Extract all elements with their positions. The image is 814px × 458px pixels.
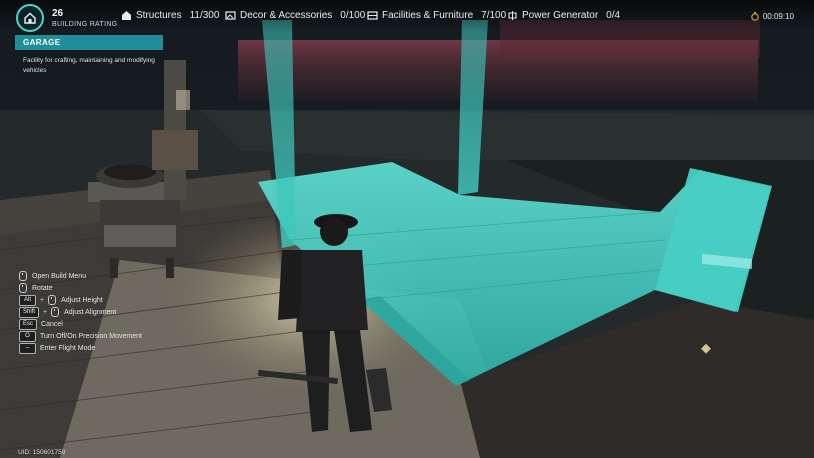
control-hints: Open Build Menu Rotate Alt + Adjust Heig… [19,270,142,354]
session-timer-value: 00:09:10 [762,12,794,21]
stat-decor: Decor & Accessories 0/100 [224,9,365,21]
hint-label: Enter Flight Mode [40,344,96,352]
stat-decor-value: 0/100 [340,9,366,21]
structures-icon [120,9,132,21]
stat-facilities-value: 7/100 [481,9,507,21]
decor-icon [224,9,236,21]
key-alt: Alt [19,294,36,306]
stopwatch-icon [751,12,759,21]
stat-power-label: Power Generator [522,9,599,21]
hint-cancel: Esc Cancel [19,318,142,330]
mouse-icon [19,283,27,293]
building-rating: 26 BUILDING RATING [16,4,117,32]
building-rating-label: BUILDING RATING [52,20,118,28]
key-shift: Shift [19,306,40,318]
stat-power-value: 0/4 [606,9,621,21]
player-uid: UID: 150601759 [18,449,66,456]
hint-label: Open Build Menu [32,272,87,280]
mouse-icon [51,307,60,317]
selected-item-description: Facility for crafting, maintaining and m… [23,57,155,74]
hint-label: Cancel [41,320,63,328]
stat-power: Power Generator 0/4 [506,9,620,21]
mouse-icon [19,271,27,281]
key-o: O [19,330,36,342]
stat-structures-value: 11/300 [189,9,220,21]
facilities-icon [366,9,378,21]
hint-label: Rotate [32,284,53,292]
building-rating-value: 26 [52,7,64,19]
stat-decor-label: Decor & Accessories [240,9,333,21]
stat-facilities: Facilities & Furniture 7/100 [366,9,506,21]
mouse-icon [48,295,57,305]
plus-symbol: + [43,308,48,316]
hint-label: Turn Off/On Precision Movement [40,332,142,340]
hint-flight-mode: – Enter Flight Mode [19,342,142,354]
house-icon [16,4,44,32]
hint-open-build-menu: Open Build Menu [19,270,142,282]
key-esc: Esc [19,318,38,330]
hint-rotate: Rotate [19,282,142,294]
selected-item-panel: GARAGE Facility for crafting, maintainin… [15,35,163,81]
stat-structures-label: Structures [136,9,182,21]
stat-structures: Structures 11/300 [120,9,219,21]
hint-label: Adjust Height [61,296,103,304]
selected-item-title: GARAGE [15,35,163,50]
hint-label: Adjust Alignment [64,308,117,316]
plus-symbol: + [40,296,45,304]
hint-adjust-height: Alt + Adjust Height [19,294,142,306]
hint-precision-movement: O Turn Off/On Precision Movement [19,330,142,342]
stat-facilities-label: Facilities & Furniture [382,9,474,21]
key-minus: – [19,342,36,354]
power-icon [506,9,518,21]
session-timer: 00:09:10 [751,12,794,21]
hint-adjust-alignment: Shift + Adjust Alignment [19,306,142,318]
